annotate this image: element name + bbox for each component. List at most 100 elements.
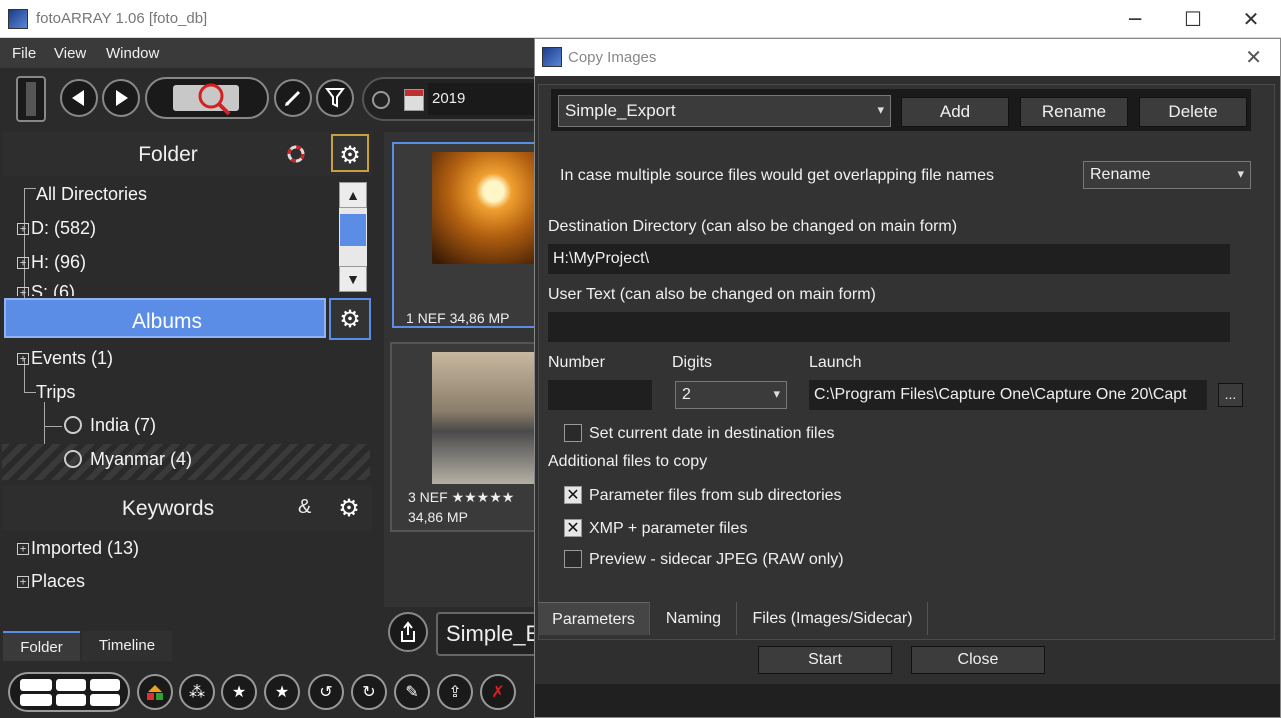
album-circle-icon: [64, 416, 82, 434]
tree-item-drive-h[interactable]: + H: (96): [17, 252, 86, 273]
minimize-button[interactable]: ─: [1106, 0, 1164, 38]
export-button[interactable]: [388, 612, 428, 652]
start-button[interactable]: Start: [758, 646, 892, 674]
delete-preset-button[interactable]: Delete: [1139, 97, 1247, 127]
edit-metadata-button[interactable]: ✎: [394, 674, 430, 710]
folder-scrollbar[interactable]: ▲ ▼: [339, 182, 367, 292]
panel-toggle-button[interactable]: [16, 76, 46, 122]
remove-star-button[interactable]: ★: [221, 674, 257, 710]
set-date-checkbox[interactable]: [564, 424, 582, 442]
dialog-close-icon[interactable]: ✕: [1245, 45, 1262, 69]
rename-preset-button[interactable]: Rename: [1020, 97, 1128, 127]
layout-toggle-button[interactable]: [8, 672, 130, 712]
folder-settings-gear-icon[interactable]: ⚙: [331, 134, 369, 172]
share-icon: [401, 621, 415, 642]
add-star-button[interactable]: ★: [264, 674, 300, 710]
menu-file[interactable]: File: [12, 45, 36, 62]
chevron-down-icon: ▾: [773, 387, 780, 402]
preset-select[interactable]: Simple_Export ▾: [558, 95, 891, 127]
share-button[interactable]: ⇪: [437, 674, 473, 710]
tree-item-drive-s[interactable]: + S: (6): [17, 282, 75, 296]
copy-images-dialog: Copy Images ✕ Simple_Export ▾ Add Rename…: [534, 38, 1281, 718]
thumbnail-3-info-1: 3 NEF ★★★★★: [408, 489, 515, 505]
tab-parameters[interactable]: Parameters: [538, 602, 650, 635]
pencil-icon: [285, 90, 301, 106]
usertext-input[interactable]: [548, 312, 1230, 342]
rating-filter-button[interactable]: ⁂: [179, 674, 215, 710]
tree-item-myanmar[interactable]: Myanmar (4): [64, 449, 192, 470]
destination-label: Destination Directory (can also be chang…: [548, 218, 958, 235]
maximize-button[interactable]: ☐: [1164, 0, 1222, 38]
preview-jpeg-checkbox[interactable]: [564, 550, 582, 568]
tree-item-places[interactable]: + Places: [17, 571, 85, 592]
expand-icon[interactable]: +: [17, 353, 29, 365]
tree-item-india[interactable]: India (7): [64, 415, 156, 436]
expand-icon[interactable]: +: [17, 257, 29, 269]
xmp-files-label: XMP + parameter files: [589, 520, 748, 537]
arrow-right-icon: [116, 90, 128, 106]
thumbnail-1[interactable]: 1 NEF 34,86 MP: [392, 142, 544, 328]
color-tag-button[interactable]: [137, 674, 173, 710]
scroll-up-icon[interactable]: ▲: [339, 182, 367, 208]
additional-files-label: Additional files to copy: [548, 453, 708, 470]
number-input[interactable]: [548, 380, 652, 410]
filter-button[interactable]: [316, 79, 354, 117]
browse-launch-button[interactable]: ...: [1218, 383, 1243, 407]
expand-icon[interactable]: +: [17, 223, 29, 235]
thumbnail-3[interactable]: 3 NEF ★★★★★ 34,86 MP: [390, 342, 542, 532]
date-radio[interactable]: [372, 91, 390, 109]
tree-item-drive-s-clip: + S: (6): [17, 282, 75, 296]
rotate-left-button[interactable]: ↺: [308, 674, 344, 710]
menu-window[interactable]: Window: [106, 45, 159, 62]
close-window-button[interactable]: ✕: [1222, 0, 1280, 38]
preview-jpeg-label: Preview - sidecar JPEG (RAW only): [589, 551, 844, 568]
lifebuoy-icon[interactable]: [285, 145, 307, 163]
search-button[interactable]: [145, 77, 269, 119]
keywords-and-toggle[interactable]: &: [298, 496, 311, 519]
scroll-thumb[interactable]: [340, 214, 366, 246]
window-title: fotoARRAY 1.06 [foto_db]: [36, 10, 208, 27]
chevron-down-icon: ▾: [877, 103, 884, 118]
param-files-checkbox[interactable]: ✕: [564, 486, 582, 504]
tree-item-all-directories[interactable]: All Directories: [36, 184, 147, 205]
add-preset-button[interactable]: Add: [901, 97, 1009, 127]
destination-input[interactable]: H:\MyProject\: [548, 244, 1230, 274]
keywords-settings-gear-icon[interactable]: ⚙: [330, 489, 368, 527]
xmp-files-checkbox[interactable]: ✕: [564, 519, 582, 537]
delete-button[interactable]: ✗: [480, 674, 516, 710]
overlap-select[interactable]: Rename ▾: [1083, 161, 1251, 189]
expand-icon[interactable]: +: [17, 287, 29, 296]
color-tags-icon: [147, 685, 163, 700]
date-filter-box: 2019: [362, 77, 540, 121]
export-preset-label[interactable]: Simple_E: [436, 612, 536, 656]
tab-files[interactable]: Files (Images/Sidecar): [738, 602, 928, 635]
back-button[interactable]: [60, 79, 98, 117]
tree-item-trips[interactable]: Trips: [36, 382, 75, 403]
tree-item-drive-d[interactable]: + D: (582): [17, 218, 96, 239]
calendar-icon[interactable]: [404, 89, 424, 111]
arrow-left-icon: [72, 90, 84, 106]
expand-icon[interactable]: +: [17, 576, 29, 588]
tab-timeline[interactable]: Timeline: [82, 631, 172, 661]
tree-item-imported[interactable]: + Imported (13): [17, 538, 139, 559]
digits-select[interactable]: 2 ▾: [675, 381, 787, 409]
albums-settings-gear-icon[interactable]: ⚙: [329, 298, 371, 340]
edit-button[interactable]: [274, 79, 312, 117]
scroll-down-icon[interactable]: ▼: [339, 266, 367, 292]
rotate-right-icon: ↻: [362, 682, 376, 701]
number-label: Number: [548, 354, 605, 371]
set-date-label: Set current date in destination files: [589, 425, 835, 442]
menu-view[interactable]: View: [54, 45, 86, 62]
close-button[interactable]: Close: [911, 646, 1045, 674]
rotate-right-button[interactable]: ↻: [351, 674, 387, 710]
date-field[interactable]: 2019: [428, 83, 538, 115]
thumbnail-3-info-2: 34,86 MP: [408, 509, 468, 525]
keywords-tree: + Imported (13) + Places: [2, 532, 372, 630]
tab-folder[interactable]: Folder: [3, 631, 80, 661]
launch-input[interactable]: C:\Program Files\Capture One\Capture One…: [809, 380, 1207, 410]
expand-icon[interactable]: +: [17, 543, 29, 555]
forward-button[interactable]: [102, 79, 140, 117]
tree-item-events[interactable]: + Events (1): [17, 348, 113, 369]
albums-section-header[interactable]: Albums: [4, 298, 326, 338]
tab-naming[interactable]: Naming: [651, 602, 737, 635]
